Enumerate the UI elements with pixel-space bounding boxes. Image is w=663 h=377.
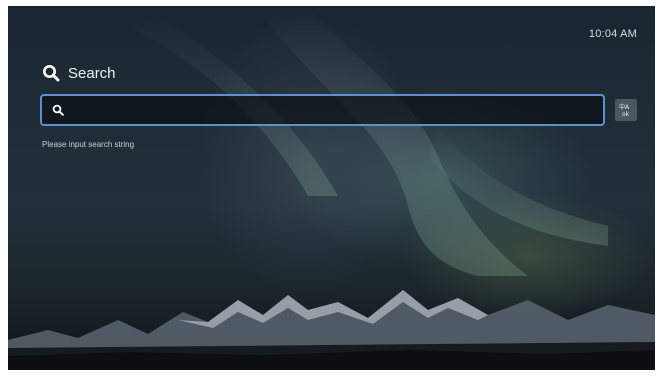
keyboard-language-button[interactable]: 中A ok (615, 99, 637, 121)
language-keyboard-icon: 中A ok (619, 103, 630, 118)
search-field[interactable] (40, 94, 605, 126)
mountain-silhouette (8, 290, 655, 370)
tv-screen: 10:04 AM Search 中A ok Please input searc… (8, 6, 655, 370)
search-icon (43, 65, 60, 82)
svg-text:中A: 中A (619, 103, 630, 111)
search-input[interactable] (70, 96, 603, 124)
clock: 10:04 AM (588, 28, 637, 40)
search-hint: Please input search string (42, 140, 135, 149)
svg-text:ok: ok (622, 111, 630, 118)
page-title-label: Search (68, 64, 116, 82)
page-title: Search (42, 64, 116, 82)
search-icon (52, 104, 64, 116)
